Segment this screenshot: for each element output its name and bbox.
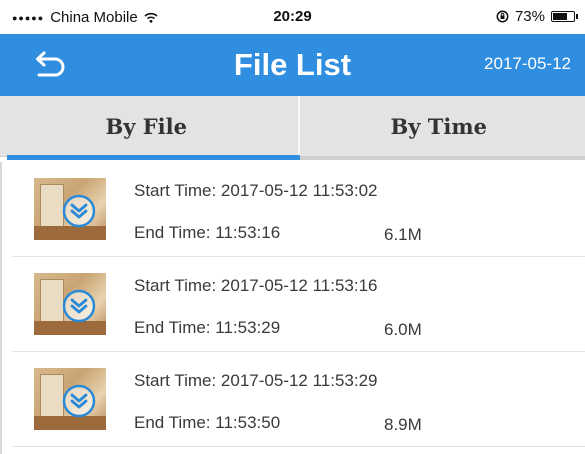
file-row[interactable]: Start Time: 2017-05-12 11:53:02 End Time… (12, 162, 585, 257)
battery-level (553, 13, 567, 20)
video-thumbnail (34, 178, 106, 240)
thumbnail-door (40, 374, 64, 420)
file-row[interactable]: Start Time: 2017-05-12 11:53:29 End Time… (12, 352, 585, 447)
nav-bar: File List 2017-05-12 (0, 34, 585, 96)
start-time: Start Time: 2017-05-12 11:53:29 (134, 371, 378, 390)
file-row[interactable]: Start Time: 2017-05-12 11:53:16 End Time… (12, 257, 585, 352)
tab-by-time[interactable]: By Time (293, 96, 585, 156)
download-icon (62, 289, 96, 323)
file-size: 6.1M (384, 225, 422, 244)
date-selector[interactable]: 2017-05-12 (484, 54, 571, 74)
thumbnail-door (40, 184, 64, 230)
download-icon (62, 194, 96, 228)
start-time: Start Time: 2017-05-12 11:53:02 (134, 181, 378, 200)
status-bar: ●●●●● China Mobile 20:29 73% (0, 0, 585, 34)
end-time: End Time: 11:53:29 (134, 318, 281, 337)
end-time: End Time: 11:53:50 (134, 413, 281, 432)
tab-divider (298, 96, 300, 156)
file-size: 8.9M (384, 415, 422, 434)
thumbnail-door (40, 279, 64, 325)
download-icon (62, 384, 96, 418)
thumbnail-floor (34, 416, 106, 430)
tab-indicator-track (300, 156, 585, 160)
status-right: 73% (496, 8, 578, 25)
video-thumbnail (34, 368, 106, 430)
end-time: End Time: 11:53:16 (134, 223, 281, 242)
video-thumbnail (34, 273, 106, 335)
file-size: 6.0M (384, 320, 422, 339)
tab-by-file[interactable]: By File (0, 96, 293, 156)
battery-percent: 73% (514, 8, 545, 25)
battery-icon (551, 11, 578, 22)
selected-tab-indicator (7, 155, 300, 160)
rotation-lock-icon (496, 10, 509, 23)
thumbnail-floor (34, 321, 106, 335)
thumbnail-floor (34, 226, 106, 240)
start-time: Start Time: 2017-05-12 11:53:16 (134, 276, 378, 295)
tab-bar: By File By Time (0, 96, 585, 157)
file-list: Start Time: 2017-05-12 11:53:02 End Time… (0, 162, 585, 447)
